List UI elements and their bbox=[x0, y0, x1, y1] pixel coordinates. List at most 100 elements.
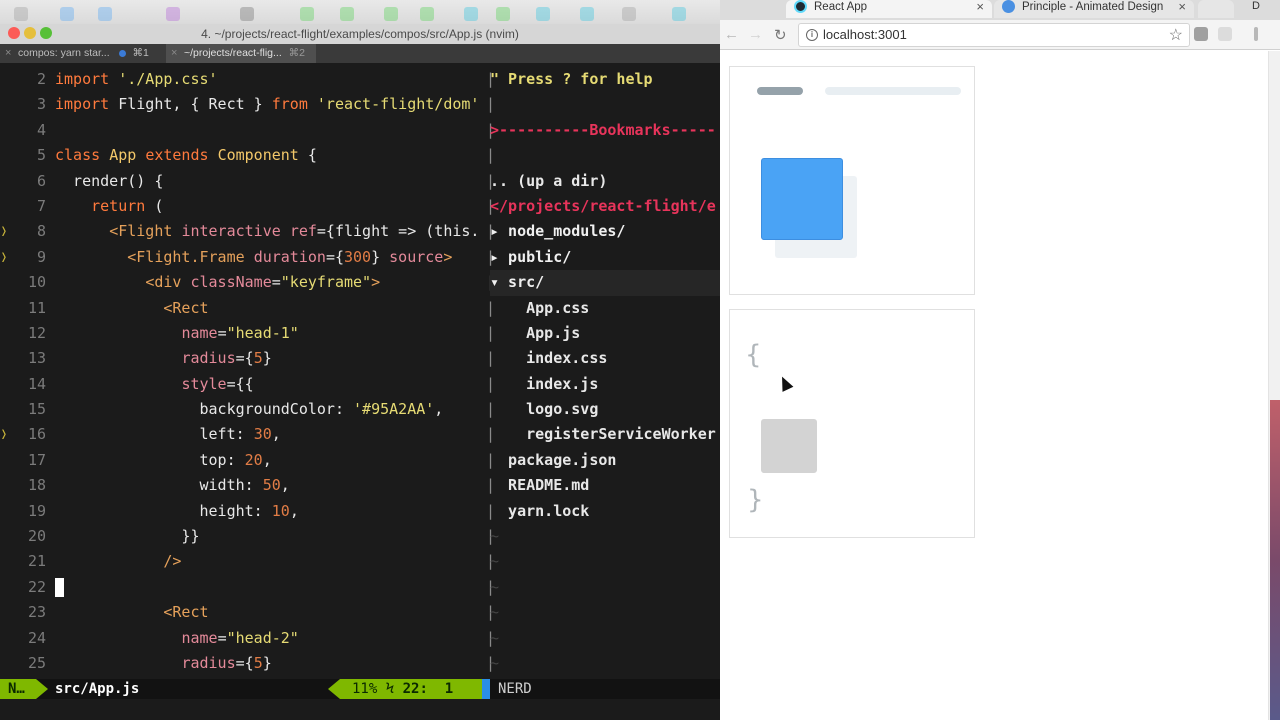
code-line[interactable]: 6 render() { bbox=[0, 169, 486, 194]
tree-item[interactable]: package.json bbox=[490, 448, 720, 473]
code-line[interactable]: 7 return ( bbox=[0, 194, 486, 219]
tree-item[interactable]: registerServiceWorker bbox=[490, 422, 720, 447]
code-line[interactable]: 12 name="head-1" bbox=[0, 321, 486, 346]
toolbar-icon-7[interactable] bbox=[420, 7, 434, 21]
menu-icon[interactable] bbox=[1254, 27, 1258, 41]
toolbar-icon-9[interactable] bbox=[496, 7, 510, 21]
code-line[interactable]: 5 class App extends Component { bbox=[0, 143, 486, 168]
tree-item[interactable]: >----------Bookmarks----- bbox=[490, 118, 720, 143]
code-line[interactable]: 21 /> bbox=[0, 549, 486, 574]
tree-item[interactable] bbox=[490, 143, 720, 168]
toolbar-icon-6[interactable] bbox=[384, 7, 398, 21]
activity-dot-icon bbox=[118, 49, 126, 57]
browser-tab-react-app[interactable]: React App × bbox=[786, 0, 992, 18]
toolbar-icon-3[interactable] bbox=[166, 7, 180, 21]
code-line[interactable]: 25 radius={5} bbox=[0, 651, 486, 676]
tree-item[interactable]: " Press ? for help bbox=[490, 67, 720, 92]
code-line[interactable]: 19 height: 10, bbox=[0, 499, 486, 524]
toolbar-icon-1[interactable] bbox=[60, 7, 74, 21]
code-line[interactable]: 20 }} bbox=[0, 524, 486, 549]
close-icon[interactable]: × bbox=[171, 44, 177, 63]
address-bar[interactable]: i localhost:3001 ☆ bbox=[798, 23, 1190, 47]
new-tab-icon[interactable] bbox=[14, 7, 28, 21]
extension-icon-1[interactable] bbox=[1194, 27, 1208, 41]
code-line[interactable]: 3 import Flight, { Rect } from 'react-fli… bbox=[0, 92, 486, 117]
code-line[interactable]: 23 <Rect bbox=[0, 600, 486, 625]
code-line[interactable]: 2 import './App.css' bbox=[0, 67, 486, 92]
code-line[interactable]: 24 name="head-2" bbox=[0, 626, 486, 651]
code-line[interactable]: 18 width: 50, bbox=[0, 473, 486, 498]
code-line[interactable]: 22 bbox=[0, 575, 486, 600]
reload-button[interactable]: ↻ bbox=[774, 26, 787, 44]
line-number: 7 bbox=[36, 196, 46, 215]
back-button[interactable]: ← bbox=[724, 26, 739, 43]
code-line[interactable]: 14 style={{ bbox=[0, 372, 486, 397]
keyframe-panel-2[interactable]: { } bbox=[729, 309, 975, 538]
code-line[interactable]: 4 bbox=[0, 118, 486, 143]
line-number: 22 bbox=[27, 577, 46, 596]
code-line[interactable]: 10 <div className="keyframe"> bbox=[0, 270, 486, 295]
toolbar-icon-5[interactable] bbox=[340, 7, 354, 21]
close-icon[interactable]: × bbox=[5, 44, 11, 63]
new-tab-button[interactable] bbox=[1198, 0, 1234, 18]
minimize-window-button[interactable] bbox=[24, 27, 36, 39]
line-number: 9 bbox=[36, 247, 46, 266]
line-number: 25 bbox=[27, 653, 46, 672]
tree-item[interactable]: README.md bbox=[490, 473, 720, 498]
code-line[interactable]: 11 <Rect bbox=[0, 296, 486, 321]
code-line[interactable]: 15 backgroundColor: '#95A2AA', bbox=[0, 397, 486, 422]
search-icon[interactable] bbox=[240, 7, 254, 21]
tree-item[interactable]: </projects/react-flight/e bbox=[490, 194, 720, 219]
code-line[interactable]: ❭ 16 left: 30, bbox=[0, 422, 486, 447]
code-text: <Flight interactive ref={flight => (this… bbox=[109, 222, 480, 241]
close-window-button[interactable] bbox=[8, 27, 20, 39]
tree-item[interactable]: index.css bbox=[490, 346, 720, 371]
cursor-col: 1 bbox=[444, 681, 454, 697]
code-line[interactable]: 13 radius={5} bbox=[0, 346, 486, 371]
toolbar-icon-8[interactable] bbox=[464, 7, 478, 21]
code-line[interactable]: ❭ 8 <Flight interactive ref={flight => (t… bbox=[0, 219, 486, 244]
code-text: height: 10, bbox=[55, 501, 299, 520]
code-text: <Flight.Frame duration={300} source> bbox=[127, 247, 453, 266]
gray-rect bbox=[761, 419, 817, 473]
blue-rect bbox=[761, 158, 843, 240]
toolbar-icon-12[interactable] bbox=[622, 7, 636, 21]
close-tab-icon[interactable]: × bbox=[1178, 0, 1186, 14]
tree-item[interactable]: yarn.lock bbox=[490, 499, 720, 524]
keyframe-panel-1 bbox=[729, 66, 975, 295]
tree-item[interactable]: App.css bbox=[490, 296, 720, 321]
tree-item: ~ bbox=[490, 527, 500, 546]
tree-item[interactable] bbox=[490, 92, 720, 117]
code-editor[interactable]: 2 import './App.css' 3 import Flight, { Rec… bbox=[0, 67, 486, 676]
tree-item[interactable]: index.js bbox=[490, 372, 720, 397]
browser-tab-principle[interactable]: Principle - Animated Design × bbox=[994, 0, 1194, 18]
open-brace: { bbox=[745, 340, 762, 370]
profile-button[interactable]: D bbox=[1252, 0, 1260, 12]
toolbar-icon-10[interactable] bbox=[536, 7, 550, 21]
tree-item[interactable]: ▸ node_modules/ bbox=[490, 219, 720, 244]
code-line[interactable]: 17 top: 20, bbox=[0, 448, 486, 473]
nerdtree-panel[interactable]: " Press ? for help >----------Bookmarks--… bbox=[490, 67, 720, 702]
toolbar-icon-13[interactable] bbox=[672, 7, 686, 21]
terminal-tab-2[interactable]: × ~/projects/react-flig... ⌘2 bbox=[166, 44, 316, 63]
bookmark-star-icon[interactable]: ☆ bbox=[1169, 25, 1183, 45]
forward-button[interactable]: → bbox=[748, 26, 763, 43]
zoom-window-button[interactable] bbox=[40, 27, 52, 39]
terminal-tab-1[interactable]: × compos: yarn star... ⌘1 bbox=[0, 44, 166, 63]
tree-item[interactable]: .. (up a dir) bbox=[490, 169, 720, 194]
tree-item[interactable]: App.js bbox=[490, 321, 720, 346]
close-tab-icon[interactable]: × bbox=[976, 0, 984, 14]
tree-item[interactable]: logo.svg bbox=[490, 397, 720, 422]
line-number: 2 bbox=[36, 70, 46, 88]
toolbar-icon-11[interactable] bbox=[580, 7, 594, 21]
info-icon[interactable]: i bbox=[806, 29, 818, 41]
code-line[interactable]: ❭ 9 <Flight.Frame duration={300} source> bbox=[0, 245, 486, 270]
url-text[interactable]: localhost:3001 bbox=[823, 24, 907, 46]
toolbar-icon-4[interactable] bbox=[300, 7, 314, 21]
browser-window: React App × Principle - Animated Design … bbox=[720, 0, 1280, 720]
line-number: 23 bbox=[27, 603, 46, 622]
extension-icon-2[interactable] bbox=[1218, 27, 1232, 41]
toolbar-icon-2[interactable] bbox=[98, 7, 112, 21]
tree-item[interactable]: ▸ public/ bbox=[490, 245, 720, 270]
tree-item[interactable]: ▾ src/ bbox=[490, 270, 720, 296]
